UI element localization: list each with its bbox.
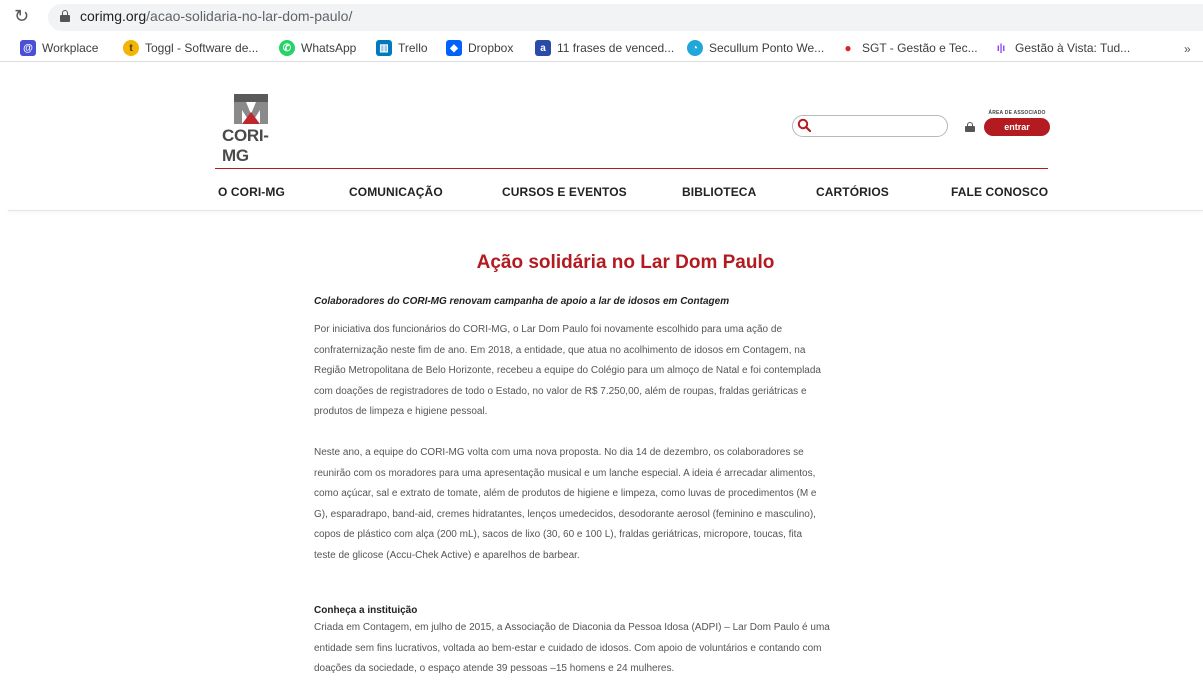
section-heading: Conheça a instituição [314, 605, 418, 616]
text-line: confraternização neste fim de ano. Em 20… [314, 344, 806, 356]
url-host: corimg.org [80, 8, 147, 24]
text-line: copos de plástico com alça (200 mL), sac… [314, 529, 803, 541]
workplace-icon: @ [20, 40, 36, 56]
bookmark-label: Dropbox [468, 41, 514, 55]
url-text[interactable]: corimg.org/acao-solidaria-no-lar-dom-pau… [80, 8, 352, 24]
article-subtitle: Colaboradores do CORI-MG renovam campanh… [314, 296, 730, 307]
login-button[interactable]: entrar [984, 118, 1050, 136]
text-line: como açúcar, sal e extrato de tomate, al… [314, 488, 817, 500]
frases-icon: a [535, 40, 551, 56]
bookmark-label: 11 frases de venced... [557, 41, 675, 55]
text-line: doações da sociedade, o espaço atende 39… [314, 663, 675, 675]
text-line: reunirão com os moradores para uma apres… [314, 467, 816, 479]
bookmark-secullum[interactable]: ◔ Secullum Ponto We... [687, 39, 824, 57]
text-line: Região Metropolitana de Belo Horizonte, … [314, 365, 821, 377]
cori-logo-icon [234, 94, 268, 124]
more-bookmarks-icon[interactable]: » [1184, 42, 1191, 56]
nav-fale-conosco[interactable]: FALE CONOSCO [951, 185, 1048, 199]
text-line: G), esparadrapo, band-aid, cremes hidrat… [314, 508, 816, 520]
url-path: /acao-solidaria-no-lar-dom-paulo/ [146, 8, 353, 24]
article-title: Ação solidária no Lar Dom Paulo [476, 252, 775, 273]
bookmark-label: WhatsApp [301, 41, 357, 55]
gestao-icon: ı|ı [993, 40, 1009, 56]
text-line: entidade sem fins lucrativos, voltada ao… [314, 642, 822, 654]
text-line: Criada em Contagem, em julho de 2015, a … [314, 622, 830, 633]
reload-icon[interactable]: ↻ [14, 6, 29, 27]
secullum-icon: ◔ [687, 40, 703, 56]
lock-icon [965, 122, 975, 132]
logo-text: CORI-MG [222, 126, 269, 165]
nav-o-cori-mg[interactable]: O CORI-MG [218, 185, 285, 199]
bookmark-gestao[interactable]: ı|ı Gestão à Vista: Tud... [993, 39, 1130, 57]
trello-icon: ▥ [376, 40, 392, 56]
browser-toolbar: ↻ corimg.org/acao-solidaria-no-lar-dom-p… [0, 0, 1203, 34]
assoc-area-label: ÁREA DE ASSOCIADO [988, 110, 1046, 116]
whatsapp-icon: ✆ [279, 40, 295, 56]
nav-cursos-eventos[interactable]: CURSOS E EVENTOS [502, 185, 627, 199]
bookmark-sgt[interactable]: ● SGT - Gestão e Tec... [840, 39, 978, 57]
bookmark-toggl[interactable]: t Toggl - Software de... [123, 39, 258, 57]
header-divider [215, 168, 1048, 169]
bookmark-label: Trello [398, 41, 428, 55]
bookmark-label: SGT - Gestão e Tec... [862, 41, 978, 55]
dropbox-icon: ◆ [446, 40, 462, 56]
bookmarks-bar: @ Workplace t Toggl - Software de... ✆ What… [0, 34, 1203, 62]
search-icon[interactable] [797, 118, 811, 132]
search-input[interactable] [792, 115, 948, 137]
text-line: teste de glicose (Accu-Chek Active) e ap… [314, 549, 580, 561]
sgt-icon: ● [840, 40, 856, 56]
bookmark-workplace[interactable]: @ Workplace [20, 39, 98, 57]
nav-biblioteca[interactable]: BIBLIOTECA [682, 185, 756, 199]
bookmark-dropbox[interactable]: ◆ Dropbox [446, 39, 513, 57]
text-line: com doações de registradores de todo o E… [314, 385, 807, 397]
text-line: Por iniciativa dos funcionários do CORI-… [314, 324, 783, 335]
toggl-icon: t [123, 40, 139, 56]
bookmark-trello[interactable]: ▥ Trello [376, 39, 428, 57]
bookmark-whatsapp[interactable]: ✆ WhatsApp [279, 39, 356, 57]
text-line: Neste ano, a equipe do CORI-MG volta com… [314, 447, 804, 458]
lock-icon[interactable] [60, 10, 70, 22]
nav-divider [8, 210, 1203, 211]
article-paragraph-1: Por iniciativa dos funcionários do CORI-… [314, 320, 944, 423]
bookmark-label: Workplace [42, 41, 99, 55]
text-line: produtos de limpeza e higiene pessoal. [314, 406, 488, 418]
bookmark-label: Toggl - Software de... [145, 41, 259, 55]
nav-comunicacao[interactable]: COMUNICAÇÃO [349, 185, 443, 199]
article-paragraph-3: Criada em Contagem, em julho de 2015, a … [314, 618, 944, 680]
site-logo[interactable]: CORI-MG [222, 92, 282, 165]
bookmark-label: Gestão à Vista: Tud... [1015, 41, 1131, 55]
bookmark-frases[interactable]: a 11 frases de venced... [535, 39, 674, 57]
bookmark-label: Secullum Ponto We... [709, 41, 825, 55]
article-paragraph-2: Neste ano, a equipe do CORI-MG volta com… [314, 443, 944, 567]
nav-cartorios[interactable]: CARTÓRIOS [816, 185, 889, 199]
